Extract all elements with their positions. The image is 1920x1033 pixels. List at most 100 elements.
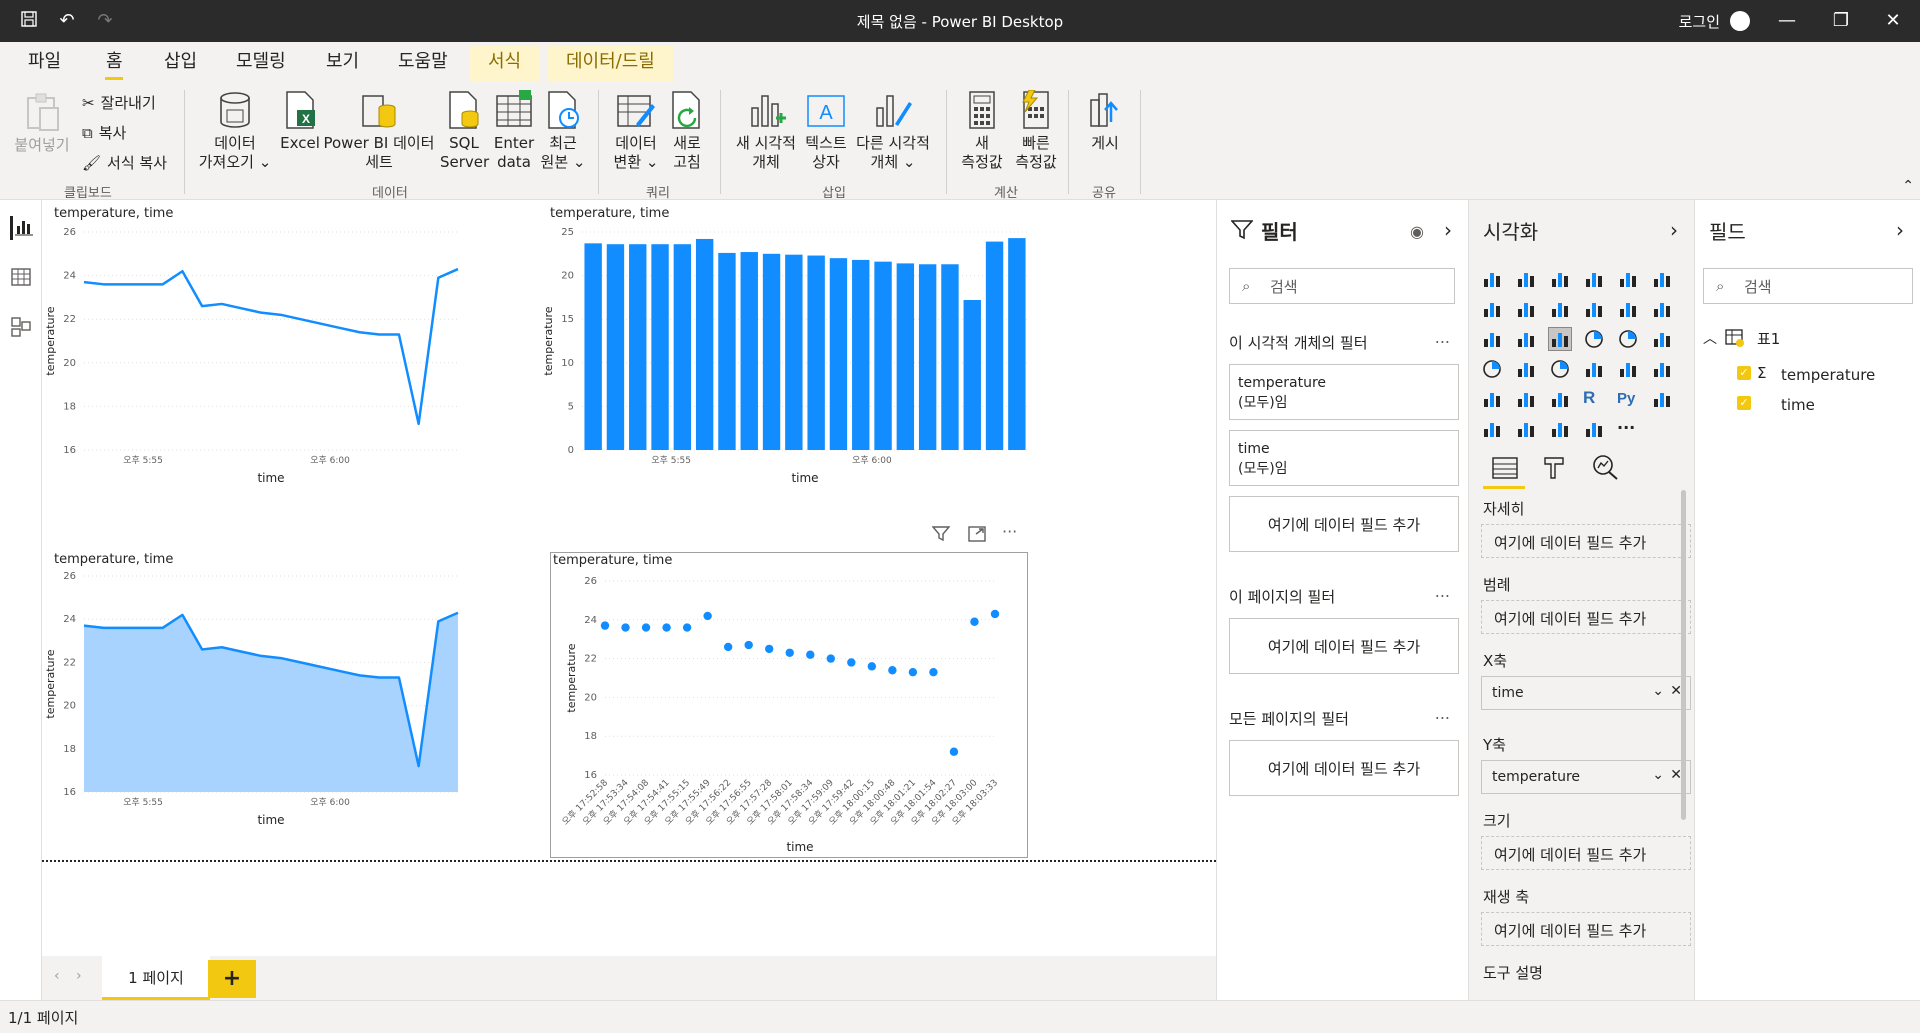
well-detail[interactable]: 여기에 데이터 필드 추가 bbox=[1481, 524, 1691, 558]
chevron-up-icon[interactable]: ︿ bbox=[1703, 328, 1717, 348]
chevron-down-icon[interactable]: ⌄ bbox=[1652, 767, 1664, 783]
add-page-button[interactable]: + bbox=[208, 960, 256, 998]
refresh-button[interactable]: 새로 고침 bbox=[666, 90, 708, 172]
scatter-chart-visual[interactable]: temperature, time 16 18 20 22 24 26 time temper… bbox=[550, 552, 1028, 858]
multi-row-card-icon[interactable] bbox=[1617, 358, 1639, 380]
collapse-ribbon-icon[interactable]: ⌃ bbox=[1902, 178, 1914, 194]
recent-sources-button[interactable]: 최근 원본 ⌄ bbox=[540, 90, 586, 172]
fields-search-input[interactable]: ⌕ 검색 bbox=[1703, 268, 1913, 304]
funnel-icon[interactable] bbox=[1515, 328, 1537, 350]
table-name[interactable]: 표1 bbox=[1757, 328, 1780, 349]
page-tab-1[interactable]: 1 페이지 bbox=[102, 956, 210, 1000]
well-play-axis[interactable]: 여기에 데이터 필드 추가 bbox=[1481, 912, 1691, 946]
add-all-pages-filter-field[interactable]: 여기에 데이터 필드 추가 bbox=[1229, 740, 1459, 796]
next-page-icon[interactable]: › bbox=[76, 968, 82, 984]
publish-button[interactable]: 게시 bbox=[1080, 90, 1130, 153]
filter-card-time[interactable]: time (모두)임 bbox=[1229, 430, 1459, 486]
filter-visual-icon[interactable] bbox=[931, 526, 951, 546]
sql-server-button[interactable]: SQL Server bbox=[440, 90, 489, 172]
well-legend[interactable]: 여기에 데이터 필드 추가 bbox=[1481, 600, 1691, 634]
well-yaxis[interactable]: temperature ⌄ ✕ bbox=[1481, 760, 1691, 794]
checkbox-temperature[interactable]: ✓ bbox=[1737, 366, 1751, 380]
fields-tab-icon[interactable] bbox=[1491, 456, 1519, 484]
line-chart-icon[interactable] bbox=[1481, 298, 1503, 320]
paste-button[interactable]: 붙여넣기 bbox=[10, 92, 74, 155]
collapse-visualizations-icon[interactable]: › bbox=[1670, 218, 1678, 242]
decomposition-tree-icon[interactable] bbox=[1481, 418, 1503, 440]
filled-map-icon[interactable] bbox=[1515, 358, 1537, 380]
waterfall-icon[interactable] bbox=[1481, 328, 1503, 350]
report-canvas[interactable]: temperature, time 16 18 20 22 24 26 time temper… bbox=[42, 200, 1216, 956]
filters-search-input[interactable]: ⌕ 검색 bbox=[1229, 268, 1455, 304]
python-visual-icon[interactable]: Py bbox=[1617, 388, 1639, 410]
ribbon-chart-icon[interactable] bbox=[1651, 298, 1673, 320]
tab-modeling[interactable]: 모델링 bbox=[230, 50, 292, 80]
report-view-icon[interactable] bbox=[10, 216, 34, 240]
tab-file[interactable]: 파일 bbox=[22, 50, 67, 80]
get-data-button[interactable]: 데이터 가져오기 ⌄ bbox=[192, 90, 278, 172]
collapse-filters-icon[interactable]: › bbox=[1444, 218, 1452, 242]
pbi-dataset-button[interactable]: Power BI 데이터 세트 bbox=[322, 90, 436, 172]
matrix-icon[interactable] bbox=[1549, 388, 1571, 410]
map-icon[interactable] bbox=[1481, 358, 1503, 380]
more-visuals-icon[interactable]: ··· bbox=[1617, 418, 1639, 440]
more-visuals-button[interactable]: 다른 시각적 개체 ⌄ bbox=[852, 90, 934, 172]
stacked-bar-icon[interactable] bbox=[1481, 268, 1503, 290]
clustered-bar-icon[interactable] bbox=[1549, 268, 1571, 290]
collapse-fields-icon[interactable]: › bbox=[1896, 218, 1904, 242]
cut-button[interactable]: ✂ 잘라내기 bbox=[82, 92, 156, 113]
more-options-icon[interactable]: ··· bbox=[1002, 522, 1017, 541]
tab-data-drill[interactable]: 데이터/드릴 bbox=[548, 46, 673, 82]
field-time[interactable]: time bbox=[1781, 396, 1815, 414]
prev-page-icon[interactable]: ‹ bbox=[54, 968, 60, 984]
well-size[interactable]: 여기에 데이터 필드 추가 bbox=[1481, 836, 1691, 870]
minimize-icon[interactable]: — bbox=[1764, 8, 1810, 34]
kpi-icon[interactable] bbox=[1651, 358, 1673, 380]
area-chart-icon[interactable] bbox=[1515, 298, 1537, 320]
line-clustered-icon[interactable] bbox=[1617, 298, 1639, 320]
data-view-icon[interactable] bbox=[10, 266, 34, 290]
focus-mode-icon[interactable] bbox=[968, 526, 986, 546]
clustered-column-icon[interactable] bbox=[1583, 268, 1605, 290]
format-painter-button[interactable]: 🖌 서식 복사 bbox=[82, 152, 167, 173]
eye-icon[interactable]: ◉ bbox=[1410, 222, 1424, 241]
key-influencers-icon[interactable] bbox=[1651, 388, 1673, 410]
transform-data-button[interactable]: 데이터 변환 ⌄ bbox=[606, 90, 666, 172]
tab-home[interactable]: 홈 bbox=[100, 50, 129, 80]
analytics-tab-icon[interactable] bbox=[1591, 454, 1619, 484]
area-chart-visual[interactable]: temperature, time 16 18 20 22 24 26 time temper… bbox=[44, 548, 526, 860]
format-tab-icon[interactable] bbox=[1541, 454, 1567, 484]
line-chart-visual[interactable]: temperature, time 16 18 20 22 24 26 time temper… bbox=[44, 202, 526, 542]
more-options-icon[interactable]: ... bbox=[1435, 582, 1450, 601]
more-options-icon[interactable]: ... bbox=[1435, 704, 1450, 723]
r-visual-icon[interactable]: R bbox=[1583, 388, 1605, 410]
close-icon[interactable]: ✕ bbox=[1870, 8, 1916, 34]
donut-icon[interactable] bbox=[1617, 328, 1639, 350]
checkbox-time[interactable]: ✓ bbox=[1737, 396, 1751, 410]
add-visual-filter-field[interactable]: 여기에 데이터 필드 추가 bbox=[1229, 496, 1459, 552]
line-column-icon[interactable] bbox=[1583, 298, 1605, 320]
filter-card-temperature[interactable]: temperature (모두)임 bbox=[1229, 364, 1459, 420]
model-view-icon[interactable] bbox=[10, 316, 34, 340]
enter-data-button[interactable]: Enter data bbox=[492, 90, 536, 172]
100-bar-icon[interactable] bbox=[1617, 268, 1639, 290]
field-temperature[interactable]: temperature bbox=[1781, 366, 1875, 384]
stacked-area-icon[interactable] bbox=[1549, 298, 1571, 320]
quick-measure-button[interactable]: 빠른 측정값 bbox=[1008, 90, 1064, 172]
table-icon[interactable] bbox=[1515, 388, 1537, 410]
smart-narrative-icon[interactable] bbox=[1549, 418, 1571, 440]
tab-insert[interactable]: 삽입 bbox=[158, 50, 203, 80]
chevron-down-icon[interactable]: ⌄ bbox=[1652, 683, 1664, 699]
text-box-button[interactable]: A 텍스트 상자 bbox=[800, 90, 852, 172]
card-icon[interactable] bbox=[1583, 358, 1605, 380]
bar-chart-visual[interactable]: temperature, time 0 5 10 15 20 25 time temperat… bbox=[542, 202, 1062, 542]
scrollbar[interactable] bbox=[1681, 490, 1686, 820]
stacked-column-icon[interactable] bbox=[1515, 268, 1537, 290]
avatar[interactable] bbox=[1730, 11, 1750, 31]
new-visual-button[interactable]: 새 시각적 개체 bbox=[730, 90, 802, 172]
more-options-icon[interactable]: ... bbox=[1435, 328, 1450, 347]
qa-icon[interactable] bbox=[1515, 418, 1537, 440]
100-column-icon[interactable] bbox=[1651, 268, 1673, 290]
login-button[interactable]: 로그인 bbox=[1679, 11, 1720, 32]
slicer-icon[interactable] bbox=[1481, 388, 1503, 410]
